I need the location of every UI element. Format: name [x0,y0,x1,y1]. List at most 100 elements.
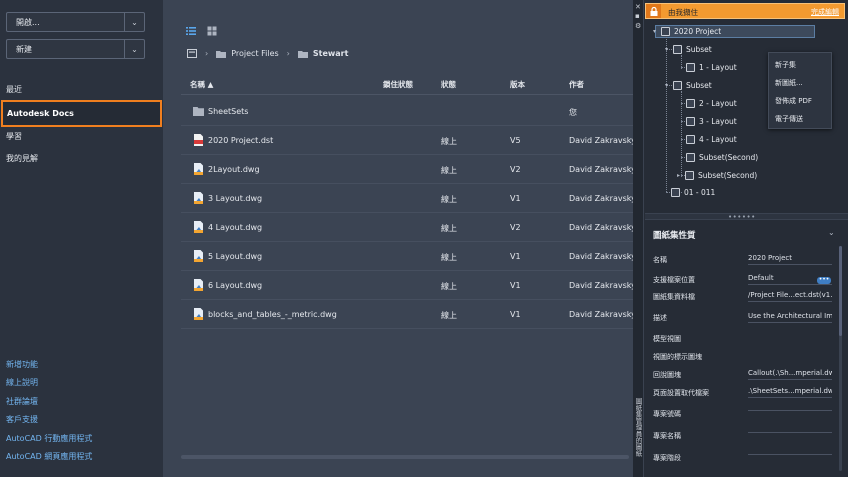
sheet-icon [686,63,695,72]
tree-node-sheet[interactable]: 3 - Layout [686,117,737,126]
file-status: 線上 [441,224,457,233]
tree-node-subset[interactable]: ▾ Subset [665,45,712,54]
file-version: V1 [510,252,521,261]
file-author: David Zakravsky [569,136,636,145]
tree-node-root[interactable]: ▾ 2020 Project [653,27,721,36]
link-online-help[interactable]: 線上說明 [6,377,38,388]
close-icon[interactable]: ✕ [635,3,641,11]
tree-node-sheet[interactable]: 1 - Layout [686,63,737,72]
scrollbar-thumb[interactable] [839,246,842,336]
expand-arrow-icon[interactable]: ▾ [665,46,673,53]
link-whats-new[interactable]: 新增功能 [6,359,38,370]
expand-arrow-icon[interactable]: ▾ [653,28,661,35]
table-row[interactable]: 3 Layout.dwg 線上 V1 David Zakravsky [181,184,636,213]
tree-node-sheet[interactable]: 2 - Layout [686,99,737,108]
menu-new-sheet[interactable]: 新圖紙... [775,78,803,88]
file-name[interactable]: 3 Layout.dwg [208,194,262,203]
file-name[interactable]: 2020 Project.dst [208,136,273,145]
grid-view-icon[interactable] [207,26,217,36]
tree-node-label: 2 - Layout [699,99,737,108]
col-version-header[interactable]: 版本 [510,79,525,90]
open-label[interactable]: 開啟... [7,17,124,28]
sort-asc-icon[interactable]: ▲ [208,80,214,89]
table-row[interactable]: blocks_and_tables_-_metric.dwg 線上 V1 David … [181,300,636,329]
expand-arrow-icon[interactable]: ▾ [665,82,673,89]
properties-title: 圖紙集性質 [653,231,696,241]
file-author: David Zakravsky [569,165,636,174]
tree-node-subset[interactable]: Subset(Second) [686,153,758,162]
sheet-icon [671,188,680,197]
file-name[interactable]: blocks_and_tables_-_metric.dwg [208,310,337,319]
nav-my-insights[interactable]: 我的見解 [0,147,163,170]
list-view-icon[interactable] [186,26,196,36]
property-value[interactable]: Callout(.\Sh...mperial.dwt) [748,369,832,380]
property-label: 圖紙集資料檔 [653,293,695,301]
property-value[interactable] [748,452,832,455]
folder-icon [297,50,308,58]
table-row[interactable]: 2Layout.dwg 線上 V2 David Zakravsky [181,155,636,184]
col-status-header[interactable]: 狀態 [441,79,456,90]
settings-icon[interactable]: ⚙ [635,22,641,30]
menu-new-subset[interactable]: 新子集 [775,60,796,70]
new-dropdown[interactable]: 新建 ⌄ [6,39,145,59]
breadcrumb-project-files[interactable]: Project Files [231,49,278,58]
nav-learn[interactable]: 學習 [0,125,163,148]
dwg-file-icon [194,163,203,175]
table-row[interactable]: 4 Layout.dwg 線上 V2 David Zakravsky [181,213,636,242]
property-value[interactable]: /Project File...ect.dst(v1.1) [748,291,832,302]
table-row[interactable]: 5 Layout.dwg 線上 V1 David Zakravsky [181,242,636,271]
col-author-header[interactable]: 作者 [569,79,584,90]
tree-node-subset[interactable]: ▸ Subset(Second) [677,171,757,180]
file-name[interactable]: 6 Layout.dwg [208,281,262,290]
chevron-down-icon[interactable]: ⌄ [124,40,144,58]
pin-icon[interactable]: ▪ [635,12,640,20]
file-author: David Zakravsky [569,310,636,319]
property-value[interactable]: .\SheetSets...mperial.dwt [748,387,832,398]
finish-editing-link[interactable]: 完成編輯 [811,7,839,17]
file-name[interactable]: 4 Layout.dwg [208,223,262,232]
vertical-scrollbar[interactable] [839,246,842,471]
file-name[interactable]: 5 Layout.dwg [208,252,262,261]
property-label: 專案名稱 [653,432,681,440]
property-label: 名稱 [653,256,667,264]
chevron-down-icon[interactable]: ⌄ [124,13,144,31]
new-label[interactable]: 新建 [7,44,124,55]
menu-etransmit[interactable]: 電子傳送 [775,114,803,124]
context-menu: 新子集 新圖紙... 發佈成 PDF 電子傳送 [768,52,832,129]
property-value[interactable]: 2020 Project [748,254,832,265]
table-row[interactable]: SheetSets 您 [181,97,633,126]
link-customer-support[interactable]: 客戶支援 [6,414,38,425]
col-name-header[interactable]: 名稱 ▲ [190,79,213,90]
lock-icon [646,4,661,18]
open-dropdown[interactable]: 開啟... ⌄ [6,12,145,32]
property-value[interactable] [748,430,832,433]
col-name-label[interactable]: 名稱 [190,80,205,89]
sheet-set-icon [661,27,670,36]
file-name[interactable]: SheetSets [208,107,248,116]
expand-arrow-icon[interactable]: ▸ [677,172,685,179]
property-value[interactable] [748,408,832,411]
tree-node-label: 2020 Project [674,27,722,36]
link-community-forum[interactable]: 社群論壇 [6,396,38,407]
table-row[interactable]: 2020 Project.dst 線上 V5 David Zakravsky [181,126,636,155]
link-web-app[interactable]: AutoCAD 網頁應用程式 [6,451,92,462]
file-name[interactable]: 2Layout.dwg [208,165,260,174]
property-value[interactable]: Use the Architectural Imp [748,312,832,323]
property-label: 專案號碼 [653,410,681,418]
panel-splitter[interactable]: •••••• [645,213,848,221]
nav-autodesk-docs[interactable]: Autodesk Docs [1,100,162,127]
chevron-down-icon[interactable]: ⌄ [828,228,835,237]
menu-publish-pdf[interactable]: 發佈成 PDF [775,96,812,106]
tree-node-sheet[interactable]: 01 - 011 [671,188,715,197]
dwg-file-icon [194,250,203,262]
link-mobile-app[interactable]: AutoCAD 行動應用程式 [6,433,92,444]
nav-recent[interactable]: 最近 [0,78,163,101]
tree-node-subset[interactable]: ▾ Subset [665,81,712,90]
table-row[interactable]: 6 Layout.dwg 線上 V1 David Zakravsky [181,271,636,300]
col-lock-header[interactable]: 鎖住狀態 [383,79,413,90]
horizontal-scrollbar[interactable] [181,455,629,459]
file-version: V5 [510,136,521,145]
project-icon[interactable] [187,49,197,58]
more-options-button[interactable]: ••• [817,277,831,284]
tree-node-sheet[interactable]: 4 - Layout [686,135,737,144]
